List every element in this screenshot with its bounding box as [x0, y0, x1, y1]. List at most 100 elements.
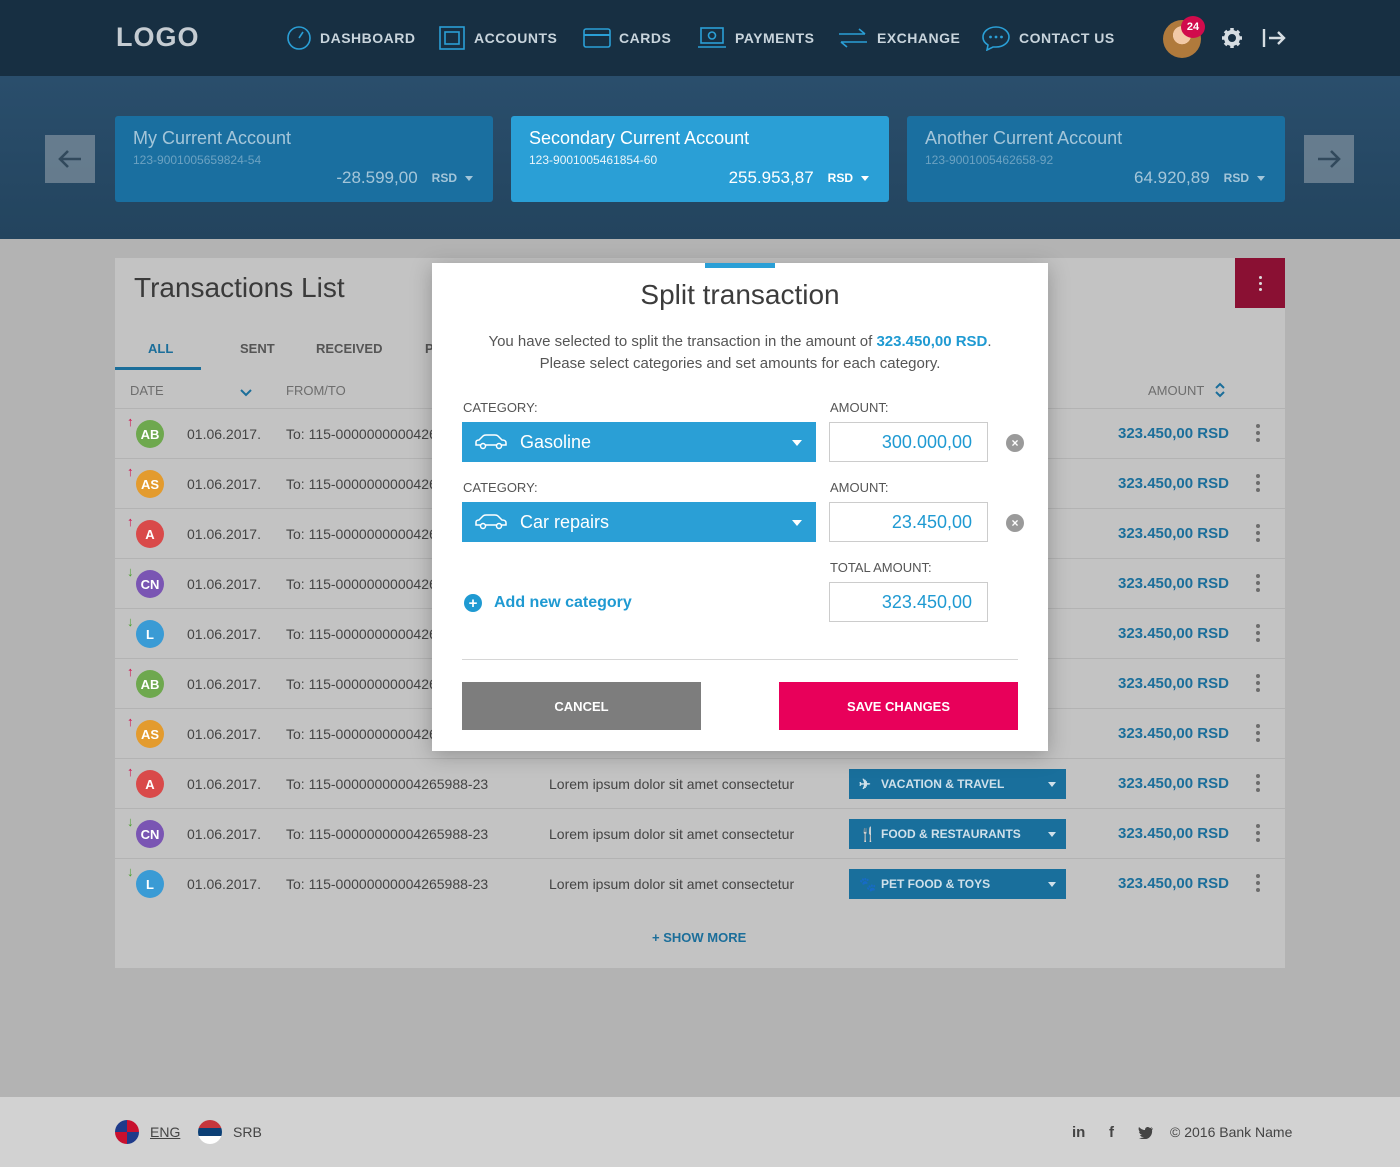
nav-exchange[interactable]: EXCHANGE	[837, 0, 960, 76]
serbia-flag-icon[interactable]	[198, 1120, 222, 1144]
amount-input[interactable]	[829, 422, 988, 462]
save-changes-button[interactable]: SAVE CHANGES	[779, 682, 1018, 730]
top-navigation: LOGO DASHBOARD ACCOUNTS CARDS PAYMENTS E…	[0, 0, 1400, 76]
category-select[interactable]: ✈ VACATION & TRAVEL	[849, 769, 1066, 799]
category-label: CATEGORY:	[463, 400, 538, 415]
tab-received[interactable]: RECEIVED	[316, 341, 382, 356]
twitter-icon[interactable]	[1138, 1126, 1154, 1139]
more-options-button[interactable]	[1235, 258, 1285, 308]
avatar: AB	[136, 670, 164, 698]
arrow-up-icon: ↑	[127, 514, 134, 529]
add-category-button[interactable]: + Add new category	[464, 594, 632, 612]
nav-cards[interactable]: CARDS	[583, 0, 671, 76]
row-menu-icon[interactable]	[1256, 724, 1260, 742]
account-card-another[interactable]: Another Current Account 123-900100546265…	[907, 116, 1285, 202]
currency-label[interactable]: RSD	[1224, 171, 1249, 185]
gear-icon[interactable]	[1221, 27, 1243, 49]
uk-flag-icon[interactable]	[115, 1120, 139, 1144]
balance-value: 255.953,87	[728, 168, 814, 187]
sort-icon[interactable]	[1215, 382, 1225, 398]
avatar: L	[136, 620, 164, 648]
row-menu-icon[interactable]	[1256, 624, 1260, 642]
notification-badge[interactable]: 24	[1181, 16, 1205, 38]
avatar: CN	[136, 570, 164, 598]
account-card-secondary[interactable]: Secondary Current Account 123-9001005461…	[511, 116, 889, 202]
nav-payments[interactable]: PAYMENTS	[697, 0, 814, 76]
logo[interactable]: LOGO	[116, 22, 200, 53]
car-icon	[475, 434, 507, 450]
column-header-from-to[interactable]: FROM/TO	[286, 383, 346, 398]
chevron-down-icon[interactable]	[465, 175, 473, 181]
table-row[interactable]: ↑ A 01.06.2017. To: 115-00000000004265988-2…	[115, 758, 1285, 808]
transaction-date: 01.06.2017.	[187, 426, 261, 442]
row-menu-icon[interactable]	[1256, 824, 1260, 842]
page-title: Transactions List	[134, 272, 345, 303]
tab-all[interactable]: ALL	[148, 341, 173, 356]
lang-eng[interactable]: ENG	[150, 1124, 180, 1140]
linkedin-icon[interactable]: in	[1072, 1124, 1085, 1141]
transaction-amount: 323.450,00 RSD	[1118, 775, 1229, 792]
nav-dashboard[interactable]: DASHBOARD	[286, 0, 416, 76]
transaction-amount: 323.450,00 RSD	[1118, 875, 1229, 892]
transaction-date: 01.06.2017.	[187, 776, 261, 792]
add-category-label: Add new category	[494, 594, 632, 611]
transaction-amount: 323.450,00 RSD	[1118, 625, 1229, 642]
account-balance: 255.953,87 RSD	[729, 168, 869, 188]
transaction-amount: 323.450,00 RSD	[1118, 525, 1229, 542]
currency-label[interactable]: RSD	[828, 171, 853, 185]
row-menu-icon[interactable]	[1256, 574, 1260, 592]
category-select-car-repairs[interactable]: Car repairs	[462, 502, 816, 542]
accounts-icon	[439, 26, 465, 50]
carousel-prev-button[interactable]	[45, 135, 95, 183]
avatar: L	[136, 870, 164, 898]
lang-srb[interactable]: SRB	[233, 1124, 262, 1140]
account-number: 123-9001005461854-60	[529, 153, 658, 167]
logout-icon[interactable]	[1262, 27, 1286, 49]
modal-description: You have selected to split the transacti…	[462, 331, 1018, 375]
amount-label: AMOUNT:	[830, 480, 889, 495]
chat-icon	[982, 26, 1010, 51]
transaction-recipient: To: 115-00000000004265	[286, 726, 445, 742]
table-row[interactable]: ↓ L 01.06.2017. To: 115-00000000004265988-2…	[115, 858, 1285, 908]
column-header-amount[interactable]: AMOUNT	[1148, 383, 1204, 398]
currency-label[interactable]: RSD	[432, 171, 457, 185]
category-select[interactable]: 🐾 PET FOOD & TOYS	[849, 869, 1066, 899]
sort-chevron-icon[interactable]	[240, 389, 252, 397]
nav-label: DASHBOARD	[320, 30, 416, 46]
chevron-down-icon[interactable]	[1257, 175, 1265, 181]
nav-label: EXCHANGE	[877, 30, 961, 46]
column-header-date[interactable]: DATE	[130, 383, 164, 398]
row-menu-icon[interactable]	[1256, 524, 1260, 542]
facebook-icon[interactable]: f	[1109, 1124, 1114, 1141]
remove-category-icon[interactable]: ×	[1006, 434, 1024, 452]
row-menu-icon[interactable]	[1256, 474, 1260, 492]
carousel-next-button[interactable]	[1304, 135, 1354, 183]
tab-sent[interactable]: SENT	[240, 341, 275, 356]
arrow-down-icon: ↓	[127, 864, 134, 879]
category-select[interactable]: 🍴 FOOD & RESTAURANTS	[849, 819, 1066, 849]
arrow-up-icon: ↑	[127, 714, 134, 729]
table-row[interactable]: ↓ CN 01.06.2017. To: 115-00000000004265988-…	[115, 808, 1285, 858]
account-number: 123-9001005659824-54	[133, 153, 262, 167]
row-menu-icon[interactable]	[1256, 674, 1260, 692]
exchange-icon	[839, 28, 867, 48]
plus-icon: +	[464, 594, 482, 612]
nav-accounts[interactable]: ACCOUNTS	[438, 0, 557, 76]
nav-contact-us[interactable]: CONTACT US	[981, 0, 1115, 76]
account-card-my-current[interactable]: My Current Account 123-9001005659824-54 …	[115, 116, 493, 202]
amount-input[interactable]	[829, 502, 988, 542]
category-select-gasoline[interactable]: Gasoline	[462, 422, 816, 462]
desc-line2: Please select categories and set amounts…	[539, 355, 941, 372]
remove-category-icon[interactable]: ×	[1006, 514, 1024, 532]
row-menu-icon[interactable]	[1256, 774, 1260, 792]
chevron-down-icon[interactable]	[861, 175, 869, 181]
arrow-up-icon: ↑	[127, 414, 134, 429]
row-menu-icon[interactable]	[1256, 424, 1260, 442]
transaction-recipient: To: 115-00000000004265	[286, 576, 445, 592]
row-menu-icon[interactable]	[1256, 874, 1260, 892]
dropdown-arrow-icon	[1048, 882, 1056, 887]
arrow-down-icon: ↓	[127, 614, 134, 629]
avatar: AB	[136, 420, 164, 448]
show-more-link[interactable]: + SHOW MORE	[652, 930, 746, 945]
cancel-button[interactable]: CANCEL	[462, 682, 701, 730]
